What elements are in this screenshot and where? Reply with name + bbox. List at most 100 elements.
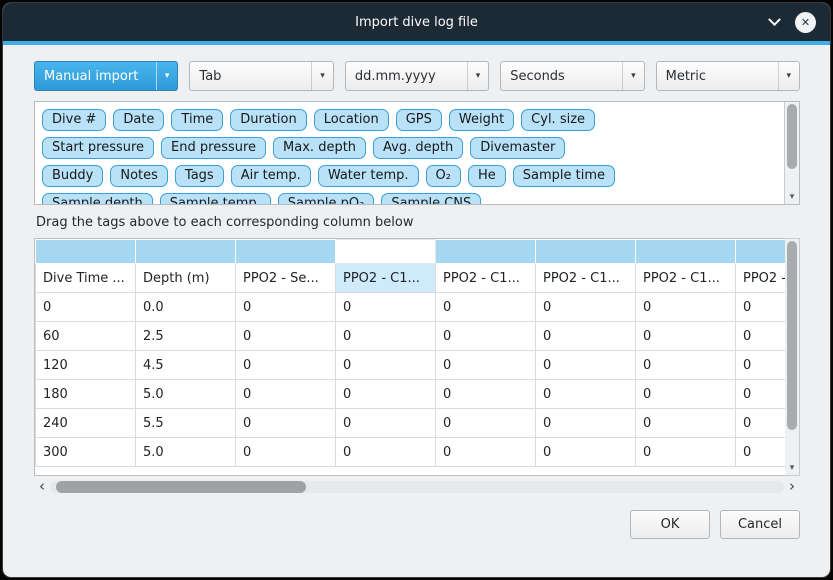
tag-weight[interactable]: Weight [449,109,514,131]
table-horizontal-scrollbar[interactable]: ‹ › [34,479,800,495]
tags-list: Dive # Date Time Duration Location GPS Weight C… [35,102,799,205]
table-cell: 0 [336,380,436,409]
scrollbar-thumb[interactable] [787,104,797,169]
titlebar[interactable]: Import dive log file ✕ [3,3,830,41]
tag-max-depth[interactable]: Max. depth [273,137,366,159]
tag-buddy[interactable]: Buddy [42,165,103,187]
scroll-down-arrow-icon[interactable]: ▾ [785,191,799,203]
tag-row: Sample depth Sample temp. Sample pO₂ Sample… [42,193,777,205]
column-header[interactable]: PPO2 - C1... [336,264,436,293]
table-cell: 0.0 [136,293,236,322]
table-cell: 0 [436,409,536,438]
preview-table-viewport: Dive Time ...Depth (m)PPO2 - Se...PPO2 -… [34,238,785,476]
tag-time[interactable]: Time [171,109,223,131]
combo-date-format[interactable]: dd.mm.yyyy▾ [345,61,489,91]
column-drop-target[interactable] [236,240,336,264]
tag-water-temp[interactable]: Water temp. [318,165,419,187]
table-cell: 0 [736,322,786,351]
table-row: 602.5000000 [36,322,786,351]
table-cell: 5.0 [136,380,236,409]
tag-he[interactable]: He [468,165,506,187]
tag-duration[interactable]: Duration [230,109,306,131]
combo-field-separator[interactable]: Tab▾ [189,61,333,91]
combo-units-system[interactable]: Metric▾ [656,61,800,91]
titlebar-controls: ✕ [770,3,816,41]
scroll-left-arrow-icon[interactable]: ‹ [36,478,48,494]
tag-notes[interactable]: Notes [110,165,168,187]
scrollbar-track[interactable] [50,481,784,493]
table-cell: 0 [736,438,786,467]
table-cell: 60 [36,322,136,351]
column-header[interactable]: Dive Time ... [36,264,136,293]
column-header[interactable]: PPO2 - C1... [436,264,536,293]
scrollbar-thumb[interactable] [787,241,797,430]
tag-start-pressure[interactable]: Start pressure [42,137,154,159]
column-drop-target[interactable] [636,240,736,264]
column-drop-target[interactable] [136,240,236,264]
table-cell: 0 [336,351,436,380]
tag-end-pressure[interactable]: End pressure [161,137,266,159]
column-header[interactable]: Depth (m) [136,264,236,293]
table-cell: 0 [436,351,536,380]
tag-sample-po[interactable]: Sample pO₂ [278,193,375,205]
cancel-button[interactable]: Cancel [720,510,800,539]
ok-button[interactable]: OK [630,510,710,539]
table-cell: 0 [536,293,636,322]
tag-avg-depth[interactable]: Avg. depth [373,137,463,159]
table-cell: 0 [336,293,436,322]
drop-target-row [36,240,786,264]
chevron-down-icon: ▾ [622,62,644,90]
column-drop-target[interactable] [536,240,636,264]
tag-dive[interactable]: Dive # [42,109,106,131]
import-dialog-window: Import dive log file ✕ Manual import▾Tab… [2,2,831,578]
combo-selected-value: Manual import [44,69,150,84]
tag-tags[interactable]: Tags [175,165,224,187]
table-row: 00.0000000 [36,293,786,322]
scrollbar-thumb[interactable] [56,481,306,493]
table-cell: 5.5 [136,409,236,438]
column-drop-target[interactable] [736,240,786,264]
table-cell: 0 [636,351,736,380]
column-header[interactable]: PPO2 - C1... [536,264,636,293]
chevron-down-icon: ▾ [467,62,489,90]
tags-vertical-scrollbar[interactable]: ▾ [784,102,799,204]
tag-sample-depth[interactable]: Sample depth [42,193,153,205]
tag-sample-temp[interactable]: Sample temp. [160,193,271,205]
tag-sample-time[interactable]: Sample time [513,165,615,187]
scroll-down-arrow-icon[interactable]: ▾ [785,462,799,474]
combo-duration-format[interactable]: Seconds▾ [500,61,644,91]
table-cell: 0 [236,322,336,351]
close-icon[interactable]: ✕ [795,12,816,33]
table-cell: 0 [236,380,336,409]
column-drop-target[interactable] [36,240,136,264]
tag-o[interactable]: O₂ [426,165,461,187]
tag-air-temp[interactable]: Air temp. [231,165,311,187]
table-vertical-scrollbar[interactable]: ▾ [785,238,800,476]
table-row: 1204.5000000 [36,351,786,380]
table-cell: 0 [636,409,736,438]
scroll-right-arrow-icon[interactable]: › [786,478,798,494]
tag-divemaster[interactable]: Divemaster [470,137,565,159]
column-drop-target[interactable] [436,240,536,264]
table-cell: 240 [36,409,136,438]
tag-location[interactable]: Location [314,109,389,131]
column-header[interactable]: PPO2 - Se... [236,264,336,293]
column-header[interactable]: PPO2 - C1... [736,264,786,293]
dialog-buttons: OK Cancel [34,510,800,539]
tag-date[interactable]: Date [113,109,164,131]
table-cell: 300 [36,438,136,467]
tag-gps[interactable]: GPS [396,109,442,131]
column-drop-target[interactable] [336,240,436,264]
tag-cyl-size[interactable]: Cyl. size [521,109,595,131]
tag-sample-cns[interactable]: Sample CNS [381,193,481,205]
table-cell: 0 [536,380,636,409]
table-cell: 0 [536,409,636,438]
column-header[interactable]: PPO2 - C1... [636,264,736,293]
table-cell: 0 [436,438,536,467]
import-options-row: Manual import▾Tab▾dd.mm.yyyy▾Seconds▾Met… [34,61,800,91]
table-cell: 0 [236,409,336,438]
shade-chevron-down-icon[interactable] [768,13,781,26]
table-cell: 0 [736,293,786,322]
combo-import-mode[interactable]: Manual import▾ [34,61,178,91]
table-cell: 0 [436,380,536,409]
